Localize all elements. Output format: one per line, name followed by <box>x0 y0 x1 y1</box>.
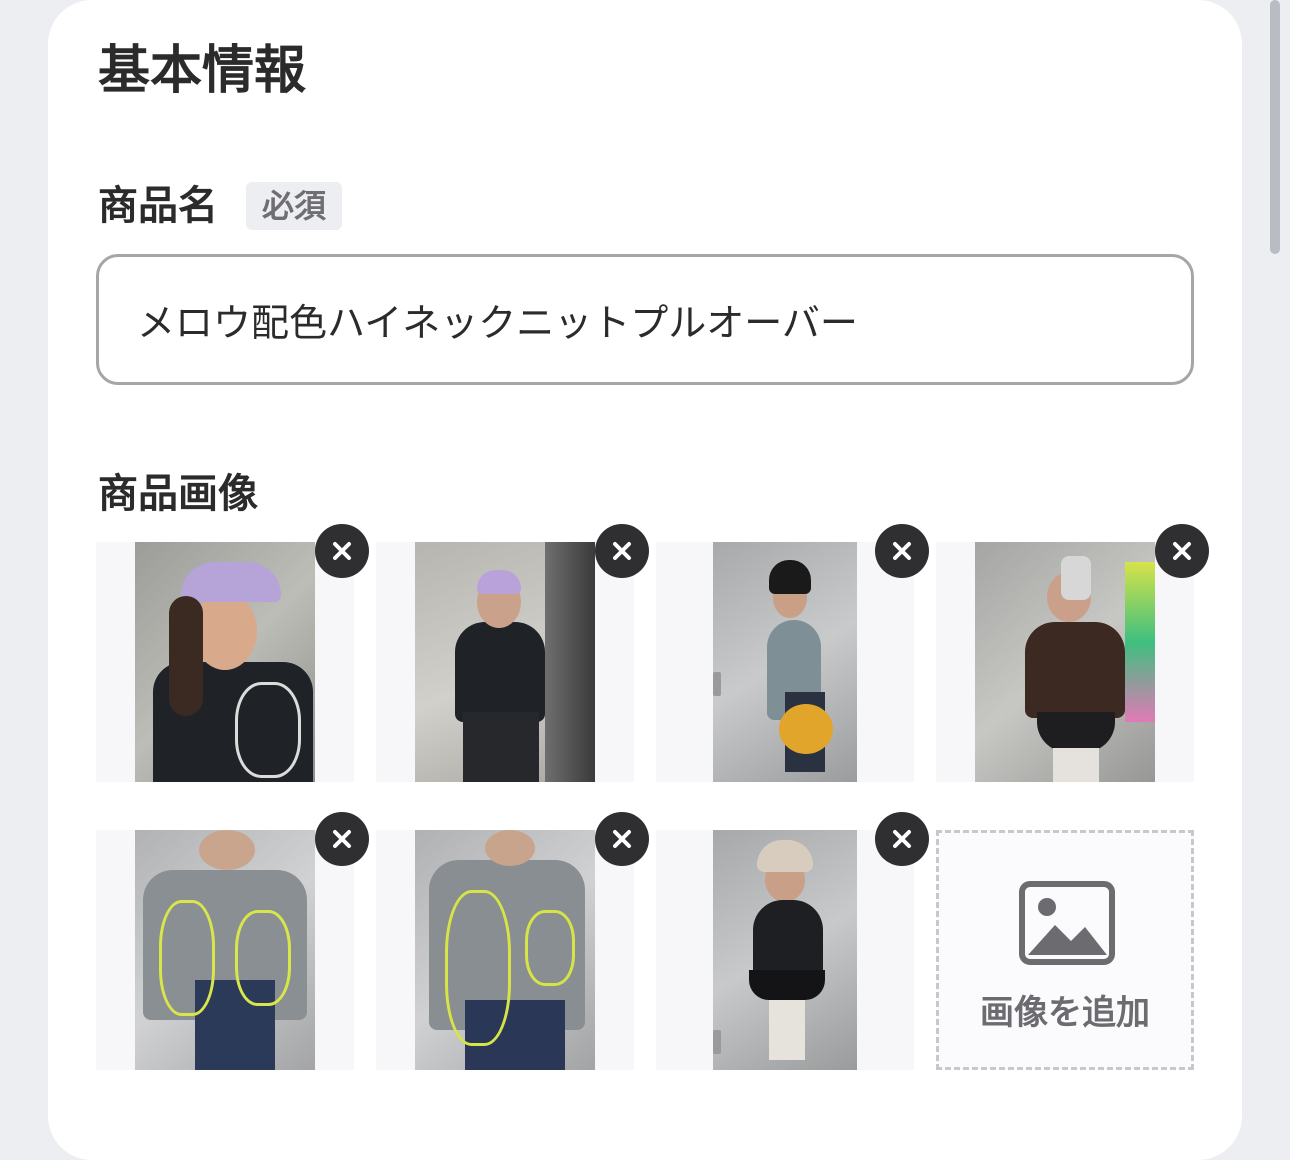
product-image-thumbnail[interactable] <box>936 542 1194 782</box>
product-name-label: 商品名 <box>98 183 218 229</box>
nav-hint <box>713 672 721 696</box>
nav-hint <box>713 1030 721 1054</box>
product-photo <box>713 830 857 1070</box>
add-image-label: 画像を追加 <box>980 993 1150 1033</box>
close-icon <box>333 542 351 560</box>
product-photo <box>135 830 315 1070</box>
product-image-thumbnail[interactable] <box>656 830 914 1070</box>
product-photo <box>135 542 315 782</box>
product-image-thumbnail[interactable] <box>656 542 914 782</box>
product-image-thumbnail[interactable] <box>376 542 634 782</box>
product-image-thumbnail[interactable] <box>96 542 354 782</box>
product-images-label: 商品画像 <box>98 471 258 517</box>
product-photo <box>713 542 857 782</box>
product-name-input[interactable] <box>96 254 1194 385</box>
product-photo <box>415 542 595 782</box>
close-icon <box>893 830 911 848</box>
close-icon <box>613 830 631 848</box>
remove-image-button[interactable] <box>595 812 649 866</box>
remove-image-button[interactable] <box>1155 524 1209 578</box>
scrollbar[interactable] <box>1270 0 1280 254</box>
section-title: 基本情報 <box>98 41 307 101</box>
remove-image-button[interactable] <box>875 524 929 578</box>
remove-image-button[interactable] <box>315 524 369 578</box>
product-image-thumbnail[interactable] <box>376 830 634 1070</box>
add-image-button[interactable]: 画像を追加 <box>936 830 1194 1070</box>
product-image-thumbnail[interactable] <box>96 830 354 1070</box>
product-photo <box>975 542 1155 782</box>
product-photo <box>415 830 595 1070</box>
close-icon <box>613 542 631 560</box>
remove-image-button[interactable] <box>315 812 369 866</box>
close-icon <box>893 542 911 560</box>
remove-image-button[interactable] <box>595 524 649 578</box>
required-badge: 必須 <box>246 182 342 230</box>
image-icon <box>1019 881 1115 965</box>
close-icon <box>1173 542 1191 560</box>
remove-image-button[interactable] <box>875 812 929 866</box>
close-icon <box>333 830 351 848</box>
